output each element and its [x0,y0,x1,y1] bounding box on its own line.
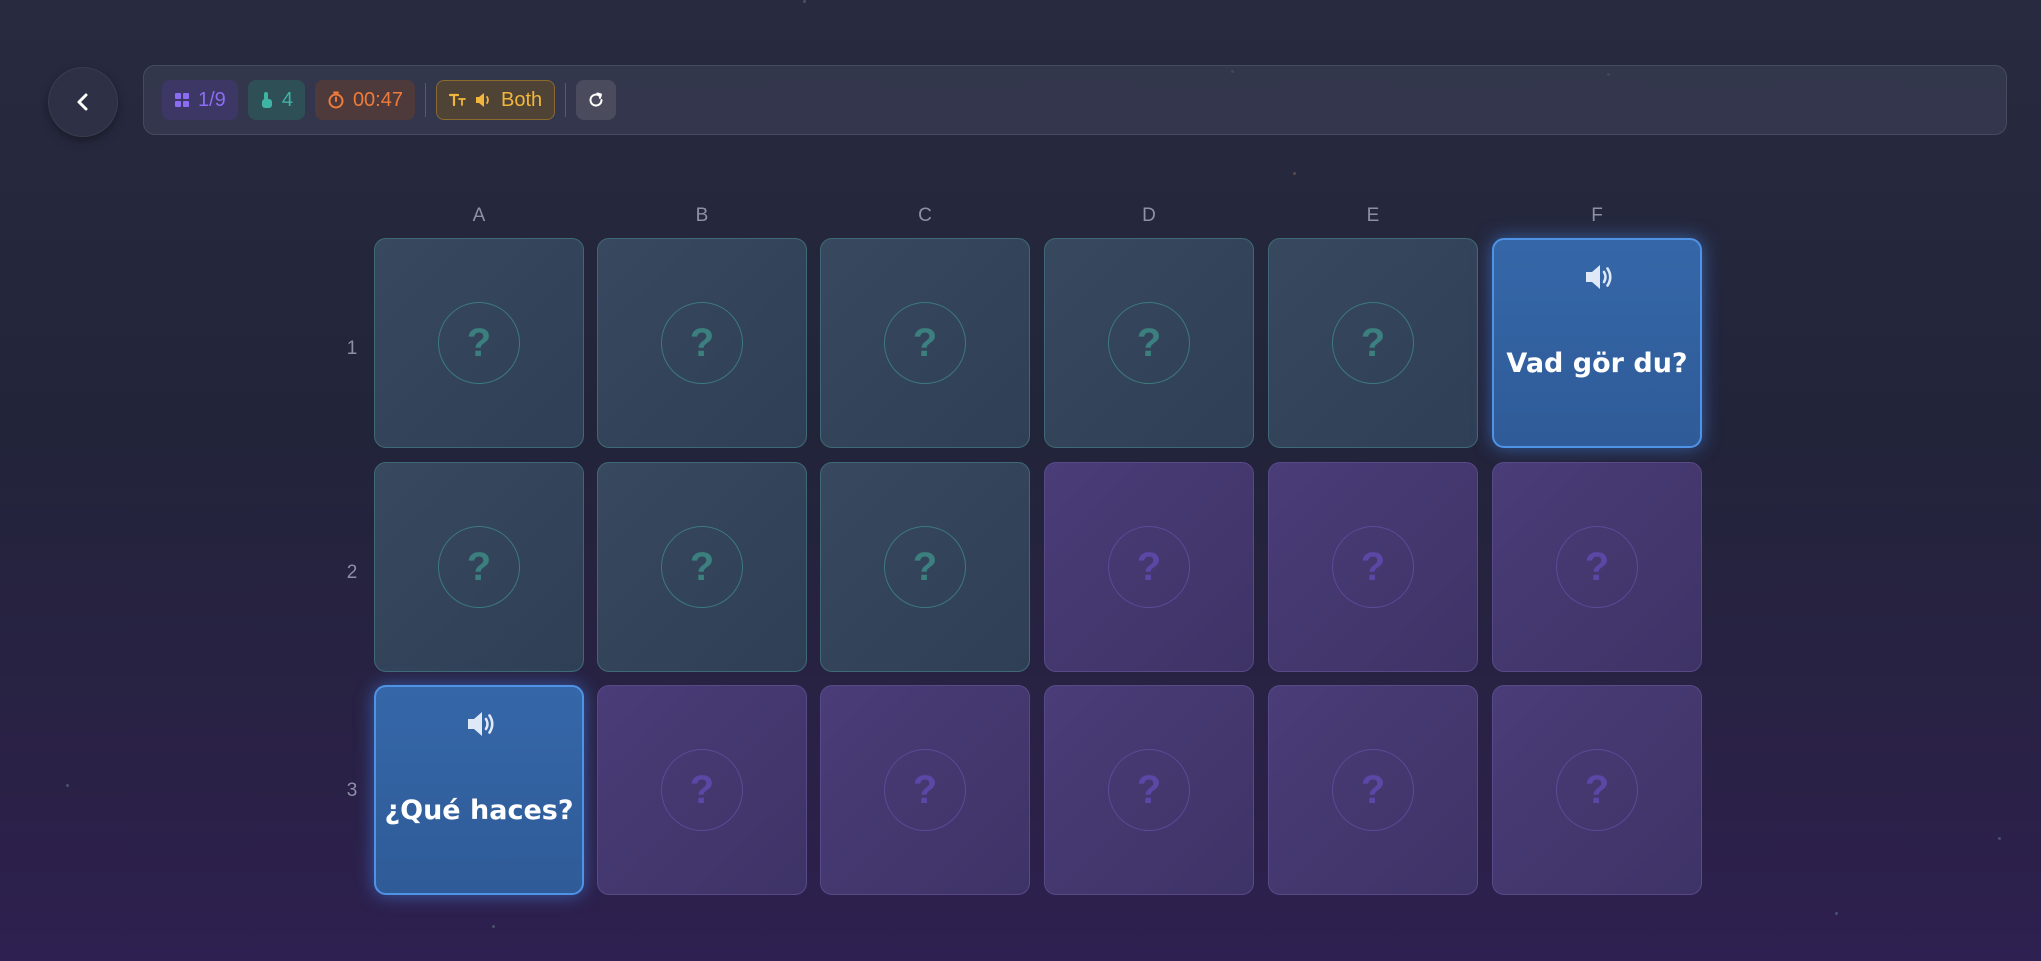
back-button[interactable] [48,67,118,137]
text-size-icon [449,93,466,107]
card-c1[interactable]: ? [820,238,1030,448]
hidden-card-icon: ? [1332,526,1414,608]
speaker-icon[interactable] [464,707,498,741]
card-f2[interactable]: ? [1492,462,1702,672]
hidden-card-icon: ? [1108,302,1190,384]
hidden-card-icon: ? [884,749,966,831]
background-dot [803,0,806,3]
background-dot [66,784,69,787]
hidden-card-icon: ? [884,302,966,384]
card-word: ¿Qué haces? [384,795,574,826]
card-a2[interactable]: ? [374,462,584,672]
moves-counter: 4 [247,80,305,120]
card-c3[interactable]: ? [820,685,1030,895]
background-dot [1293,172,1296,175]
refresh-icon [589,92,603,107]
hidden-card-icon: ? [1556,526,1638,608]
moves-value: 4 [281,88,293,111]
column-header-c: C [918,205,932,226]
speaker-icon [476,93,489,107]
pointer-hand-icon [261,92,272,108]
card-c2[interactable]: ? [820,462,1030,672]
card-b2[interactable]: ? [597,462,807,672]
card-d2[interactable]: ? [1044,462,1254,672]
card-d3[interactable]: ? [1044,685,1254,895]
row-header-1: 1 [346,338,358,359]
restart-button[interactable] [576,80,617,120]
game-toolbar: 1/9 4 00:47 Both [143,65,2007,135]
background-dot [1835,912,1838,915]
column-header-e: E [1366,205,1380,226]
hidden-card-icon: ? [1108,749,1190,831]
hidden-card-icon: ? [1332,302,1414,384]
column-header-b: B [695,205,709,226]
card-a3[interactable]: ¿Qué haces? [374,685,584,895]
stopwatch-icon [328,91,344,109]
card-e2[interactable]: ? [1268,462,1478,672]
hidden-card-icon: ? [661,749,743,831]
display-mode-toggle[interactable]: Both [436,80,556,120]
card-a1[interactable]: ? [374,238,584,448]
card-e3[interactable]: ? [1268,685,1478,895]
hidden-card-icon: ? [1108,526,1190,608]
card-f3[interactable]: ? [1492,685,1702,895]
hidden-card-icon: ? [1556,749,1638,831]
timer-value: 00:47 [352,88,403,111]
toolbar-divider [425,83,426,117]
card-f1[interactable]: Vad gör du? [1492,238,1702,448]
card-b1[interactable]: ? [597,238,807,448]
chevron-left-icon [77,93,88,111]
card-b3[interactable]: ? [597,685,807,895]
background-dot [1998,837,2001,840]
row-header-3: 3 [346,780,358,801]
display-mode-label: Both [501,88,543,111]
pairs-value: 1/9 [198,88,226,111]
hidden-card-icon: ? [1332,749,1414,831]
card-e1[interactable]: ? [1268,238,1478,448]
grid-icon [175,93,189,107]
background-dot [492,925,495,928]
speaker-icon[interactable] [1582,260,1616,294]
column-header-d: D [1142,205,1156,226]
card-word: Vad gör du? [1506,348,1688,379]
hidden-card-icon: ? [884,526,966,608]
row-header-2: 2 [346,562,358,583]
column-header-a: A [472,205,486,226]
timer: 00:47 [314,80,415,120]
hidden-card-icon: ? [438,526,520,608]
column-header-f: F [1591,205,1603,226]
toolbar-divider [565,83,567,117]
pairs-counter: 1/9 [162,80,238,120]
hidden-card-icon: ? [438,302,520,384]
card-d1[interactable]: ? [1044,238,1254,448]
hidden-card-icon: ? [661,526,743,608]
hidden-card-icon: ? [661,302,743,384]
